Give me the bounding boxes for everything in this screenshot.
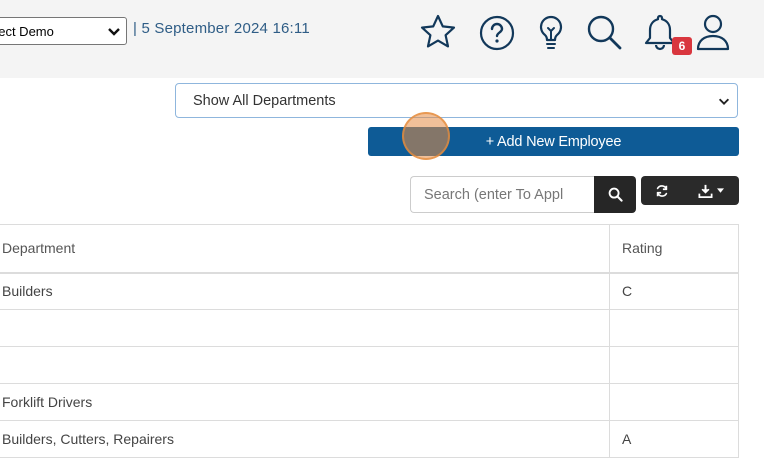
chevron-down-icon: [108, 28, 120, 36]
user-icon: [696, 14, 730, 51]
employee-search-input[interactable]: Search (enter To Appl: [410, 176, 594, 213]
department-filter-select[interactable]: Show All Departments: [175, 83, 738, 118]
user-menu-button[interactable]: [693, 12, 733, 52]
help-icon: [479, 15, 515, 51]
cell-rating: A: [609, 420, 739, 458]
tips-button[interactable]: [531, 12, 571, 52]
cell-department: Builders, Cutters, Repairers: [0, 420, 610, 458]
caret-down-icon: [717, 188, 724, 193]
favorites-button[interactable]: [418, 12, 458, 52]
cell-rating: [609, 383, 739, 421]
company-select-value: nect Demo: [0, 23, 54, 39]
cell-rating: [609, 309, 739, 347]
cell-rating: C: [609, 272, 739, 310]
table-tools-group: [641, 176, 739, 205]
cell-department: [0, 309, 610, 347]
star-icon: [420, 14, 456, 48]
export-dropdown-button[interactable]: [683, 176, 739, 205]
top-bar: nect Demo | 5 September 2024 16:11 6: [0, 0, 764, 78]
refresh-button[interactable]: [641, 176, 683, 205]
column-header-department[interactable]: Department: [0, 224, 610, 274]
column-header-rating[interactable]: Rating: [609, 224, 739, 274]
notification-count-badge: 6: [672, 37, 692, 55]
search-placeholder: Search (enter To Appl: [424, 186, 564, 203]
employee-table: Department Rating Builders C Forklift Dr…: [0, 224, 739, 458]
current-datetime: | 5 September 2024 16:11: [133, 20, 310, 37]
table-row[interactable]: [0, 346, 739, 384]
table-row[interactable]: Builders, Cutters, Repairers A: [0, 420, 739, 458]
cell-rating: [609, 346, 739, 384]
chevron-down-icon: [718, 98, 730, 105]
search-icon: [587, 15, 622, 50]
company-select[interactable]: nect Demo: [0, 17, 127, 45]
department-filter-value: Show All Departments: [193, 92, 336, 109]
help-button[interactable]: [477, 12, 517, 52]
add-new-employee-button[interactable]: + Add New Employee: [368, 127, 739, 156]
lightbulb-icon: [539, 15, 563, 49]
refresh-icon: [656, 184, 668, 197]
cell-department: Builders: [0, 272, 610, 310]
add-new-employee-label: + Add New Employee: [485, 133, 622, 150]
search-icon: [608, 187, 623, 202]
table-row[interactable]: Builders C: [0, 272, 739, 310]
global-search-button[interactable]: [584, 12, 624, 52]
cell-department: Forklift Drivers: [0, 383, 610, 421]
table-header-row: Department Rating: [0, 224, 739, 274]
cell-department: [0, 346, 610, 384]
download-icon: [698, 184, 713, 198]
search-submit-button[interactable]: [594, 176, 636, 213]
table-row[interactable]: Forklift Drivers: [0, 383, 739, 421]
table-row[interactable]: [0, 309, 739, 347]
